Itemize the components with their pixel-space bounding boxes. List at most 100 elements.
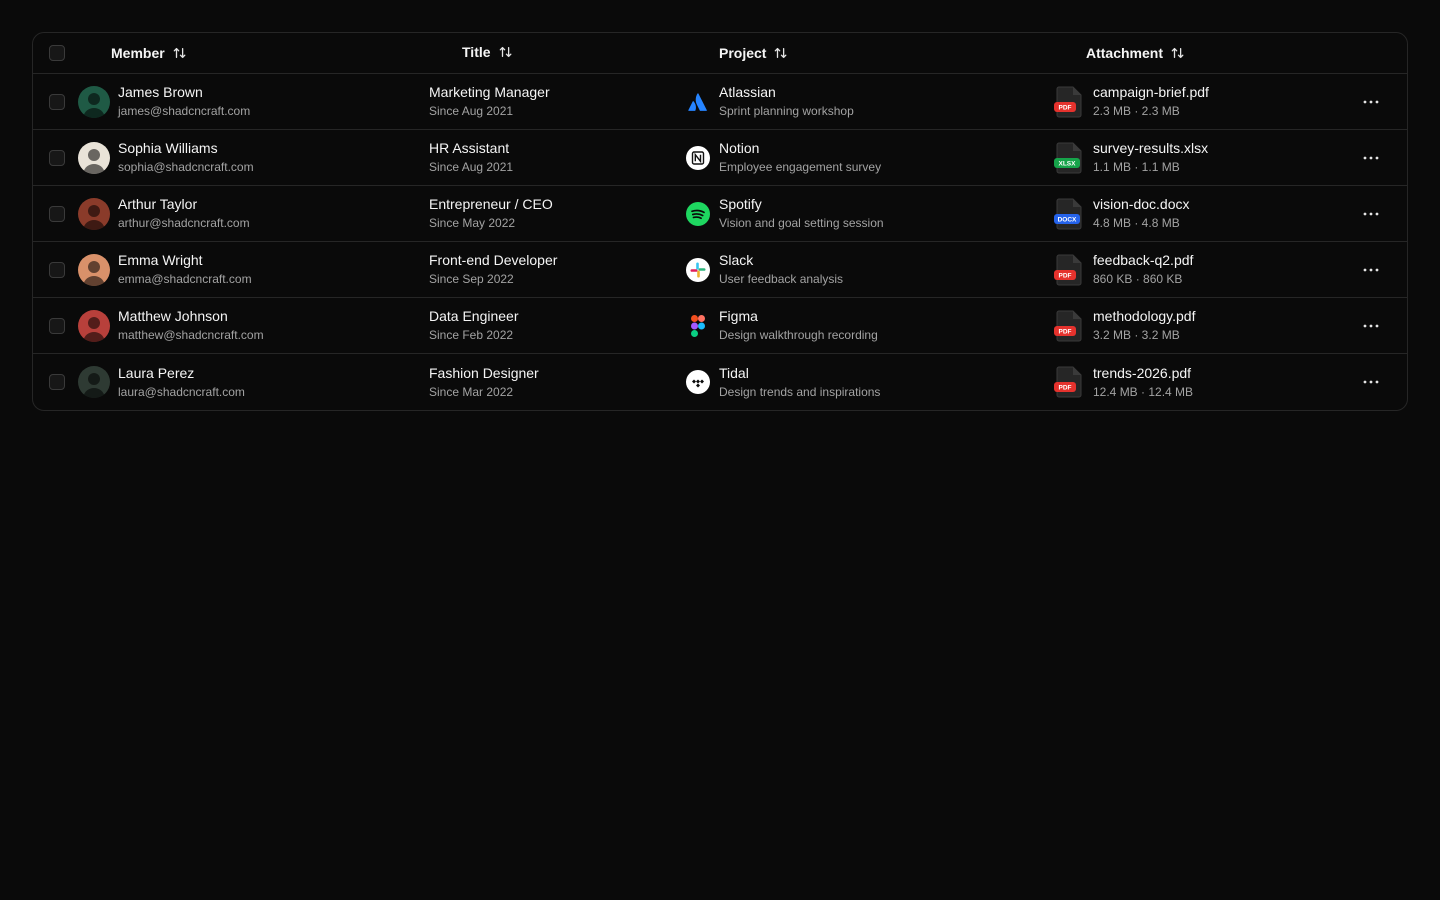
avatar: [78, 309, 110, 342]
row-actions-button[interactable]: [1357, 144, 1385, 172]
project-header-label: Project: [719, 45, 767, 61]
attachment-size: 12.4 MB · 12.4 MB: [1093, 384, 1194, 399]
attachment-filename[interactable]: vision-doc.docx: [1093, 195, 1190, 214]
row-checkbox[interactable]: [49, 149, 65, 166]
title-header-label: Title: [462, 44, 491, 60]
svg-text:PDF: PDF: [1059, 328, 1072, 335]
person-icon: [83, 316, 105, 342]
slack-icon: [686, 257, 710, 282]
project-description: Employee engagement survey: [719, 160, 882, 174]
row-actions-button[interactable]: [1357, 256, 1385, 284]
member-since: Since Aug 2021: [429, 160, 514, 174]
attachment-header-label: Attachment: [1086, 45, 1164, 61]
person-icon: [83, 148, 105, 174]
row-checkbox[interactable]: [49, 93, 65, 110]
member-email: arthur@shadcncraft.com: [118, 216, 250, 230]
person-icon: [83, 92, 105, 118]
avatar: [78, 141, 110, 174]
member-since: Since Feb 2022: [429, 328, 514, 342]
select-all-checkbox[interactable]: [49, 45, 65, 61]
avatar: [78, 85, 110, 118]
attachment-size: 3.2 MB · 3.2 MB: [1093, 328, 1180, 342]
row-actions-button[interactable]: [1357, 200, 1385, 228]
member-name: Arthur Taylor: [118, 196, 198, 212]
person-icon: [83, 204, 105, 230]
attachment-size: 4.8 MB · 4.8 MB: [1093, 216, 1180, 230]
member-since: Since Sep 2022: [429, 272, 514, 286]
member-since: Since May 2022: [429, 216, 516, 230]
notion-icon: [686, 145, 710, 170]
docx-file-icon: DOCX: [1053, 197, 1085, 231]
atlassian-icon: [686, 90, 710, 114]
more-horizontal-icon: [1363, 324, 1379, 327]
project-name: Atlassian: [719, 84, 776, 100]
row-actions-button[interactable]: [1357, 88, 1385, 116]
member-since: Since Aug 2021: [429, 104, 514, 118]
row-checkbox[interactable]: [49, 374, 65, 390]
attachment-filename[interactable]: feedback-q2.pdf: [1093, 251, 1193, 270]
row-checkbox[interactable]: [49, 261, 65, 278]
sort-arrows-icon: [775, 47, 787, 59]
attachment-filename[interactable]: survey-results.xlsx: [1093, 139, 1208, 158]
sort-title-button[interactable]: Title: [462, 44, 513, 60]
attachment-size: 2.3 MB · 2.3 MB: [1093, 104, 1180, 118]
table-row[interactable]: Matthew Johnson matthew@shadcncraft.com …: [33, 298, 1407, 354]
project-name: Spotify: [719, 196, 762, 212]
figma-icon: [686, 314, 710, 338]
member-title: Front-end Developer: [429, 252, 558, 268]
more-horizontal-icon: [1363, 100, 1379, 103]
svg-text:PDF: PDF: [1059, 272, 1072, 279]
member-email: james@shadcncraft.com: [118, 104, 251, 118]
avatar: [78, 253, 110, 286]
attachment-filename[interactable]: campaign-brief.pdf: [1093, 83, 1209, 102]
row-checkbox[interactable]: [49, 205, 65, 222]
project-description: User feedback analysis: [719, 272, 844, 286]
attachment-size: 1.1 MB · 1.1 MB: [1093, 160, 1180, 174]
sort-project-button[interactable]: Project: [719, 45, 788, 61]
more-horizontal-icon: [1363, 156, 1379, 159]
table-row[interactable]: Laura Perez laura@shadcncraft.com Fashio…: [33, 354, 1407, 410]
spotify-icon: [686, 201, 710, 226]
svg-text:PDF: PDF: [1059, 385, 1072, 392]
member-title: Marketing Manager: [429, 84, 550, 100]
attachment-filename[interactable]: methodology.pdf: [1093, 307, 1195, 326]
member-email: emma@shadcncraft.com: [118, 272, 252, 286]
avatar: [78, 366, 110, 398]
member-title: HR Assistant: [429, 140, 510, 156]
member-name: James Brown: [118, 84, 203, 100]
sort-arrows-icon: [173, 47, 186, 59]
person-icon: [83, 260, 105, 286]
pdf-file-icon: PDF: [1053, 253, 1085, 287]
row-checkbox[interactable]: [49, 317, 65, 334]
svg-text:XLSX: XLSX: [1059, 160, 1077, 167]
sort-attachment-button[interactable]: Attachment: [1086, 45, 1185, 61]
person-icon: [83, 373, 105, 398]
project-description: Design trends and inspirations: [719, 384, 881, 399]
member-name: Sophia Williams: [118, 140, 218, 156]
pdf-file-icon: PDF: [1053, 365, 1085, 399]
members-table: Member Title Project Attachment James Br…: [32, 32, 1408, 411]
table-body: James Brown james@shadcncraft.com Market…: [33, 74, 1407, 410]
project-name: Slack: [719, 252, 754, 268]
member-since: Since Mar 2022: [429, 384, 514, 399]
attachment-size: 860 KB · 860 KB: [1093, 272, 1183, 286]
row-actions-button[interactable]: [1357, 368, 1385, 396]
table-header: Member Title Project Attachment: [33, 33, 1407, 74]
attachment-filename[interactable]: trends-2026.pdf: [1093, 364, 1193, 383]
sort-arrows-icon: [499, 46, 511, 58]
project-name: Tidal: [719, 364, 749, 381]
project-name: Figma: [719, 308, 758, 324]
table-row[interactable]: Sophia Williams sophia@shadcncraft.com H…: [33, 130, 1407, 186]
row-actions-button[interactable]: [1357, 312, 1385, 340]
table-row[interactable]: Emma Wright emma@shadcncraft.com Front-e…: [33, 242, 1407, 298]
sort-member-button[interactable]: Member: [111, 45, 187, 61]
more-horizontal-icon: [1363, 212, 1379, 215]
table-row[interactable]: Arthur Taylor arthur@shadcncraft.com Ent…: [33, 186, 1407, 242]
member-name: Laura Perez: [118, 364, 195, 381]
svg-text:DOCX: DOCX: [1058, 216, 1077, 223]
table-row[interactable]: James Brown james@shadcncraft.com Market…: [33, 74, 1407, 130]
member-header-label: Member: [111, 45, 165, 61]
member-title: Entrepreneur / CEO: [429, 196, 553, 212]
pdf-file-icon: PDF: [1053, 85, 1085, 119]
member-email: matthew@shadcncraft.com: [118, 328, 264, 342]
